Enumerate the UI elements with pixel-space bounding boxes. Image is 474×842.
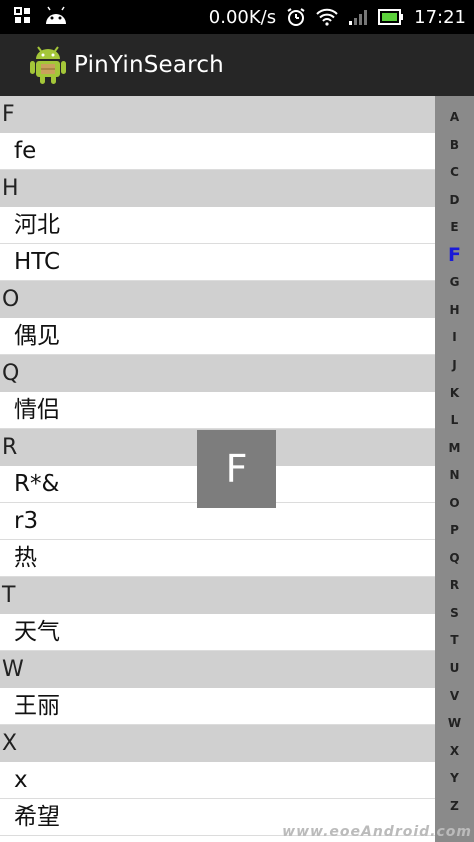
section-header: Q bbox=[0, 355, 435, 392]
index-overlay: F bbox=[197, 430, 276, 508]
index-letter-p[interactable]: P bbox=[435, 523, 474, 537]
index-letter-s[interactable]: S bbox=[435, 606, 474, 620]
index-letter-f[interactable]: F bbox=[435, 244, 474, 266]
section-header: X bbox=[0, 725, 435, 762]
battery-icon bbox=[378, 9, 404, 25]
index-letter-y[interactable]: Y bbox=[435, 771, 474, 785]
index-letter-l[interactable]: L bbox=[435, 413, 474, 427]
index-letter-c[interactable]: C bbox=[435, 165, 474, 179]
grid-icon bbox=[14, 7, 30, 23]
list-item[interactable]: 天气 bbox=[0, 614, 435, 651]
wifi-icon bbox=[316, 8, 338, 26]
section-header: F bbox=[0, 96, 435, 133]
android-app-icon bbox=[30, 46, 66, 84]
index-letter-h[interactable]: H bbox=[435, 303, 474, 317]
alarm-icon bbox=[287, 8, 305, 26]
list-item[interactable]: 王丽 bbox=[0, 688, 435, 725]
index-letter-x[interactable]: X bbox=[435, 744, 474, 758]
index-letter-k[interactable]: K bbox=[435, 386, 474, 400]
section-header: T bbox=[0, 577, 435, 614]
signal-icon bbox=[349, 10, 368, 25]
list-item[interactable]: r3 bbox=[0, 503, 435, 540]
alphabet-index-bar[interactable]: ABCDEFGHIJKLMNOPQRSTUVWXYZ bbox=[435, 96, 474, 842]
list-item[interactable]: fe bbox=[0, 133, 435, 170]
index-letter-v[interactable]: V bbox=[435, 689, 474, 703]
section-header: W bbox=[0, 651, 435, 688]
section-header: H bbox=[0, 170, 435, 207]
list-item[interactable]: 偶见 bbox=[0, 318, 435, 355]
status-bar-right: 0.00K/s 17:21 bbox=[209, 0, 466, 34]
network-speed: 0.00K/s bbox=[208, 6, 277, 28]
section-header: O bbox=[0, 281, 435, 318]
index-letter-o[interactable]: O bbox=[435, 496, 474, 510]
list-item[interactable]: 热 bbox=[0, 540, 435, 577]
status-bar-left bbox=[14, 6, 68, 26]
list-item[interactable]: x bbox=[0, 762, 435, 799]
app-title: PinYinSearch bbox=[74, 52, 224, 78]
action-bar: PinYinSearch bbox=[0, 34, 474, 96]
index-letter-j[interactable]: J bbox=[435, 358, 474, 372]
clock: 17:21 bbox=[414, 6, 466, 28]
index-letter-i[interactable]: I bbox=[435, 330, 474, 344]
index-letter-z[interactable]: Z bbox=[435, 799, 474, 813]
index-letter-u[interactable]: U bbox=[435, 661, 474, 675]
index-overlay-letter: F bbox=[225, 447, 248, 491]
index-letter-e[interactable]: E bbox=[435, 220, 474, 234]
index-letter-r[interactable]: R bbox=[435, 578, 474, 592]
index-letter-g[interactable]: G bbox=[435, 275, 474, 289]
watermark: www.eoeAndroid.com bbox=[282, 824, 472, 840]
index-letter-q[interactable]: Q bbox=[435, 551, 474, 565]
list-item[interactable]: 河北 bbox=[0, 207, 435, 244]
list-item[interactable]: HTC bbox=[0, 244, 435, 281]
index-letter-n[interactable]: N bbox=[435, 468, 474, 482]
android-icon bbox=[46, 6, 66, 24]
index-letter-d[interactable]: D bbox=[435, 193, 474, 207]
index-letter-t[interactable]: T bbox=[435, 633, 474, 647]
list-item[interactable]: 情侣 bbox=[0, 392, 435, 429]
status-bar: 0.00K/s 17:21 bbox=[0, 0, 474, 34]
index-letter-a[interactable]: A bbox=[435, 110, 474, 124]
index-letter-w[interactable]: W bbox=[435, 716, 474, 730]
index-letter-b[interactable]: B bbox=[435, 138, 474, 152]
index-letter-m[interactable]: M bbox=[435, 441, 474, 455]
